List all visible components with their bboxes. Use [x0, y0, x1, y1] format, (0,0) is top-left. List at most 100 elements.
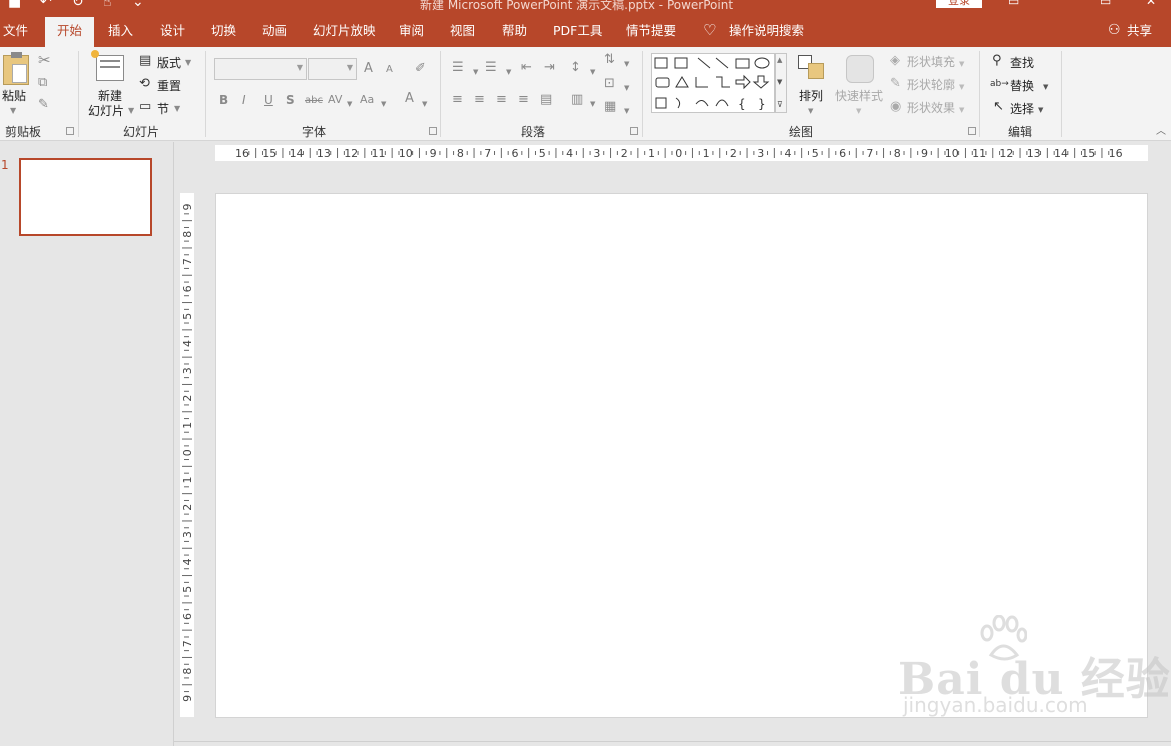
- numbering-icon[interactable]: ☰: [485, 61, 497, 75]
- font-color-button[interactable]: A: [405, 92, 414, 106]
- collapse-ribbon-icon[interactable]: ︿: [1156, 125, 1166, 139]
- paste-dropdown-icon[interactable]: ▼: [10, 104, 16, 118]
- columns-icon[interactable]: ▥: [571, 93, 583, 107]
- section-dropdown-icon[interactable]: ▼: [174, 102, 180, 116]
- shape-fill-dropdown-icon[interactable]: ▼: [959, 57, 964, 71]
- increase-indent-icon[interactable]: ⇥: [544, 61, 555, 75]
- align-text-dropdown-icon[interactable]: ▼: [624, 81, 629, 95]
- reset-button[interactable]: 重置: [157, 77, 181, 94]
- shape-effects-button[interactable]: 形状效果: [907, 99, 955, 116]
- tab-storyboard[interactable]: 情节提要: [626, 14, 676, 47]
- select-dropdown-icon[interactable]: ▼: [1038, 103, 1043, 117]
- font-name-combo[interactable]: ▼: [214, 58, 307, 80]
- login-button[interactable]: 登录: [936, 0, 982, 8]
- tab-file[interactable]: 文件: [3, 14, 28, 47]
- touch-mode-icon[interactable]: ☝: [103, 0, 112, 10]
- line-spacing-dropdown-icon[interactable]: ▼: [590, 65, 595, 79]
- spacing-dropdown-icon[interactable]: ▼: [347, 97, 352, 111]
- font-size-combo[interactable]: ▼: [308, 58, 357, 80]
- bullets-icon[interactable]: ☰: [452, 61, 464, 75]
- section-button[interactable]: 节: [157, 100, 169, 117]
- paragraph-launcher-icon[interactable]: [630, 127, 638, 135]
- shape-outline-dropdown-icon[interactable]: ▼: [959, 80, 964, 94]
- columns-dropdown-icon[interactable]: ▼: [590, 97, 595, 111]
- arrange-dropdown-icon[interactable]: ▼: [808, 104, 813, 118]
- quick-styles-button[interactable]: 快速样式: [835, 87, 883, 104]
- text-direction-dropdown-icon[interactable]: ▼: [624, 57, 629, 71]
- ribbon-display-icon[interactable]: ▭: [1008, 0, 1019, 8]
- gallery-more-icon[interactable]: ⊽: [777, 100, 783, 109]
- italic-button[interactable]: I: [242, 93, 246, 107]
- cut-icon[interactable]: ✂: [38, 53, 51, 68]
- decrease-indent-icon[interactable]: ⇤: [521, 61, 532, 75]
- shapes-gallery[interactable]: { }: [651, 53, 775, 113]
- tell-me-search[interactable]: 操作说明搜索: [729, 14, 804, 47]
- distributed-icon[interactable]: ▤: [540, 93, 552, 107]
- smartart-dropdown-icon[interactable]: ▼: [624, 104, 629, 118]
- quick-styles-dropdown-icon[interactable]: ▼: [856, 104, 861, 118]
- line-spacing-icon[interactable]: ↕: [570, 61, 581, 75]
- shape-outline-button[interactable]: 形状轮廓: [907, 76, 955, 93]
- bold-button[interactable]: B: [219, 93, 228, 107]
- tab-view[interactable]: 视图: [450, 14, 475, 47]
- align-text-icon[interactable]: ⊡: [604, 77, 615, 91]
- character-spacing-button[interactable]: AV: [328, 93, 342, 107]
- undo-icon[interactable]: ↶: [40, 0, 52, 10]
- tab-slideshow[interactable]: 幻灯片放映: [313, 14, 376, 47]
- paste-icon[interactable]: [3, 52, 29, 85]
- text-direction-icon[interactable]: ⇅: [604, 53, 615, 67]
- tab-review[interactable]: 审阅: [399, 14, 424, 47]
- numbering-dropdown-icon[interactable]: ▼: [506, 65, 511, 79]
- gallery-down-icon[interactable]: ▼: [777, 78, 782, 86]
- copy-icon[interactable]: ⧉: [38, 76, 47, 90]
- align-left-icon[interactable]: ≡: [452, 93, 463, 107]
- font-color-dropdown-icon[interactable]: ▼: [422, 97, 427, 111]
- layout-dropdown-icon[interactable]: ▼: [185, 56, 191, 70]
- layout-button[interactable]: 版式: [157, 54, 181, 71]
- shrink-font-icon[interactable]: A: [386, 63, 393, 77]
- underline-button[interactable]: U: [264, 93, 273, 107]
- tab-animations[interactable]: 动画: [262, 14, 287, 47]
- select-button[interactable]: 选择: [1010, 100, 1034, 117]
- smartart-icon[interactable]: ▦: [604, 100, 616, 114]
- replace-dropdown-icon[interactable]: ▼: [1043, 80, 1048, 94]
- tab-design[interactable]: 设计: [160, 14, 185, 47]
- redo-icon[interactable]: ↻: [72, 0, 84, 10]
- clipboard-launcher-icon[interactable]: [66, 127, 74, 135]
- change-case-button[interactable]: Aa: [360, 93, 374, 107]
- arrange-button[interactable]: 排列: [799, 87, 823, 104]
- tab-home[interactable]: 开始: [45, 17, 95, 47]
- new-slide-icon[interactable]: [91, 50, 124, 81]
- shapes-gallery-scroll[interactable]: ▲ ▼ ⊽: [775, 53, 787, 113]
- save-icon[interactable]: ■: [8, 0, 21, 10]
- replace-button[interactable]: 替换: [1010, 77, 1034, 94]
- align-right-icon[interactable]: ≡: [496, 93, 507, 107]
- new-slide-label-2[interactable]: 幻灯片: [88, 102, 124, 119]
- shape-fill-button[interactable]: 形状填充: [907, 53, 955, 70]
- font-launcher-icon[interactable]: [429, 127, 437, 135]
- shape-effects-dropdown-icon[interactable]: ▼: [959, 103, 964, 117]
- tab-pdf-tools[interactable]: PDF工具: [553, 14, 602, 47]
- share-button[interactable]: 共享: [1127, 14, 1152, 47]
- close-icon[interactable]: ✕: [1146, 0, 1156, 8]
- tab-transitions[interactable]: 切换: [211, 14, 236, 47]
- slide-thumbnail[interactable]: [19, 158, 152, 236]
- align-center-icon[interactable]: ≡: [474, 93, 485, 107]
- drawing-launcher-icon[interactable]: [968, 127, 976, 135]
- paste-label[interactable]: 粘贴: [2, 87, 26, 104]
- shadow-button[interactable]: S: [286, 93, 295, 107]
- tab-insert[interactable]: 插入: [108, 14, 133, 47]
- quick-styles-icon[interactable]: [846, 55, 874, 83]
- justify-icon[interactable]: ≡: [518, 93, 529, 107]
- find-button[interactable]: 查找: [1010, 54, 1034, 71]
- customize-icon[interactable]: ⌄: [132, 0, 144, 10]
- case-dropdown-icon[interactable]: ▼: [381, 97, 386, 111]
- new-slide-dropdown-icon[interactable]: ▼: [128, 104, 134, 118]
- clear-formatting-icon[interactable]: ✐: [415, 62, 426, 76]
- grow-font-icon[interactable]: A: [364, 62, 373, 76]
- format-painter-icon[interactable]: ✎: [38, 98, 49, 112]
- gallery-up-icon[interactable]: ▲: [777, 56, 782, 64]
- strikethrough-button[interactable]: abc: [305, 94, 323, 108]
- restore-icon[interactable]: ▭: [1100, 0, 1111, 8]
- bullets-dropdown-icon[interactable]: ▼: [473, 65, 478, 79]
